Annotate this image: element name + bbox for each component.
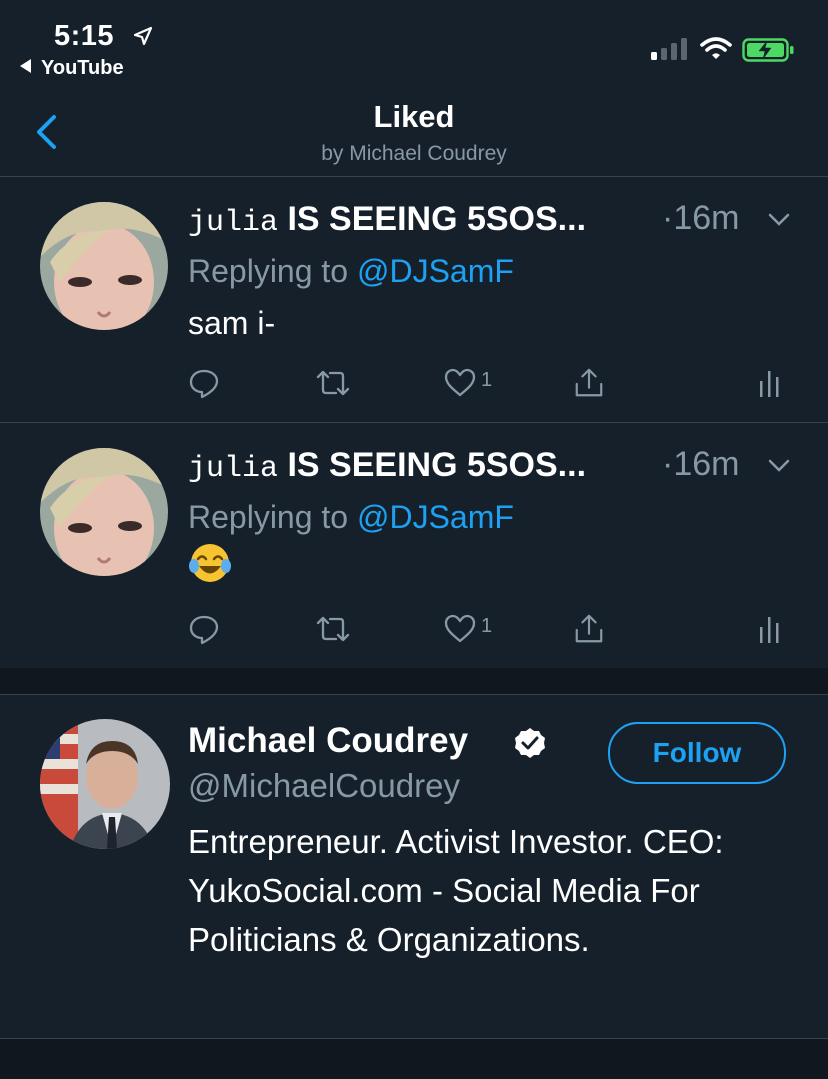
follow-button[interactable]: Follow <box>608 722 786 784</box>
share-icon[interactable] <box>572 367 606 399</box>
profile-name[interactable]: Michael Coudrey <box>188 721 468 761</box>
tweet-item[interactable]: julia IS SEEING 5SOS... ·16m Replying to… <box>0 423 828 669</box>
tweet-timestamp: ·16m <box>662 199 740 237</box>
battery-icon <box>742 38 794 62</box>
page-title: Liked <box>373 99 455 134</box>
section-divider <box>0 1039 828 1079</box>
user-avatar[interactable] <box>40 448 168 576</box>
status-time: 5:15 <box>54 20 115 52</box>
avatar-photo <box>40 448 168 576</box>
profile-card[interactable]: Michael Coudrey @MichaelCoudrey Follow E… <box>0 695 828 1039</box>
tweet-author[interactable]: julia IS SEEING 5SOS... <box>188 200 586 240</box>
face-with-tears-of-joy-icon <box>189 544 231 582</box>
analytics-icon[interactable] <box>758 613 782 645</box>
back-app-label: YouTube <box>41 57 124 79</box>
back-triangle-icon <box>20 59 31 73</box>
like-count: 1 <box>481 615 493 637</box>
replying-to: Replying to @DJSamF <box>188 253 514 290</box>
chevron-down-icon[interactable] <box>768 213 790 227</box>
author-name-prefix: julia <box>188 206 279 240</box>
share-icon[interactable] <box>572 613 606 645</box>
avatar-photo <box>40 719 170 849</box>
replying-label: Replying to <box>188 499 349 535</box>
avatar-photo <box>40 202 168 330</box>
heart-icon <box>444 368 476 397</box>
back-to-app-button[interactable]: YouTube <box>20 57 124 80</box>
analytics-icon[interactable] <box>758 367 782 399</box>
verified-badge-icon <box>515 728 545 758</box>
profile-avatar[interactable] <box>40 719 170 849</box>
like-count: 1 <box>481 369 493 391</box>
replying-to: Replying to @DJSamF <box>188 499 514 536</box>
reply-icon[interactable] <box>188 613 220 645</box>
page-subtitle: by Michael Coudrey <box>321 142 507 165</box>
user-avatar[interactable] <box>40 202 168 330</box>
author-name-rest: IS SEEING 5SOS... <box>287 200 587 238</box>
like-button[interactable]: 1 <box>443 613 503 645</box>
nav-header: Liked by Michael Coudrey <box>0 88 828 177</box>
like-button[interactable]: 1 <box>443 367 503 399</box>
chevron-down-icon[interactable] <box>768 459 790 473</box>
tweet-author[interactable]: julia IS SEEING 5SOS... <box>188 446 586 486</box>
tweet-item[interactable]: julia IS SEEING 5SOS... ·16m Replying to… <box>0 177 828 423</box>
author-name-prefix: julia <box>188 452 279 486</box>
tweet-timestamp: ·16m <box>662 445 740 483</box>
wifi-icon <box>700 37 732 59</box>
profile-handle[interactable]: @MichaelCoudrey <box>188 767 460 805</box>
profile-bio: Entrepreneur. Activist Investor. CEO: Yu… <box>188 823 724 958</box>
section-divider <box>0 668 828 695</box>
retweet-icon[interactable] <box>314 367 352 399</box>
reply-handle[interactable]: @DJSamF <box>357 253 514 289</box>
cellular-signal-icon <box>651 38 687 60</box>
location-arrow-icon <box>133 26 153 46</box>
reply-icon[interactable] <box>188 367 220 399</box>
tweet-text: sam i- <box>188 305 276 341</box>
heart-icon <box>444 614 476 643</box>
status-bar: 5:15 YouTube <box>0 0 828 88</box>
replying-label: Replying to <box>188 253 349 289</box>
reply-handle[interactable]: @DJSamF <box>357 499 514 535</box>
retweet-icon[interactable] <box>314 613 352 645</box>
author-name-rest: IS SEEING 5SOS... <box>287 446 587 484</box>
